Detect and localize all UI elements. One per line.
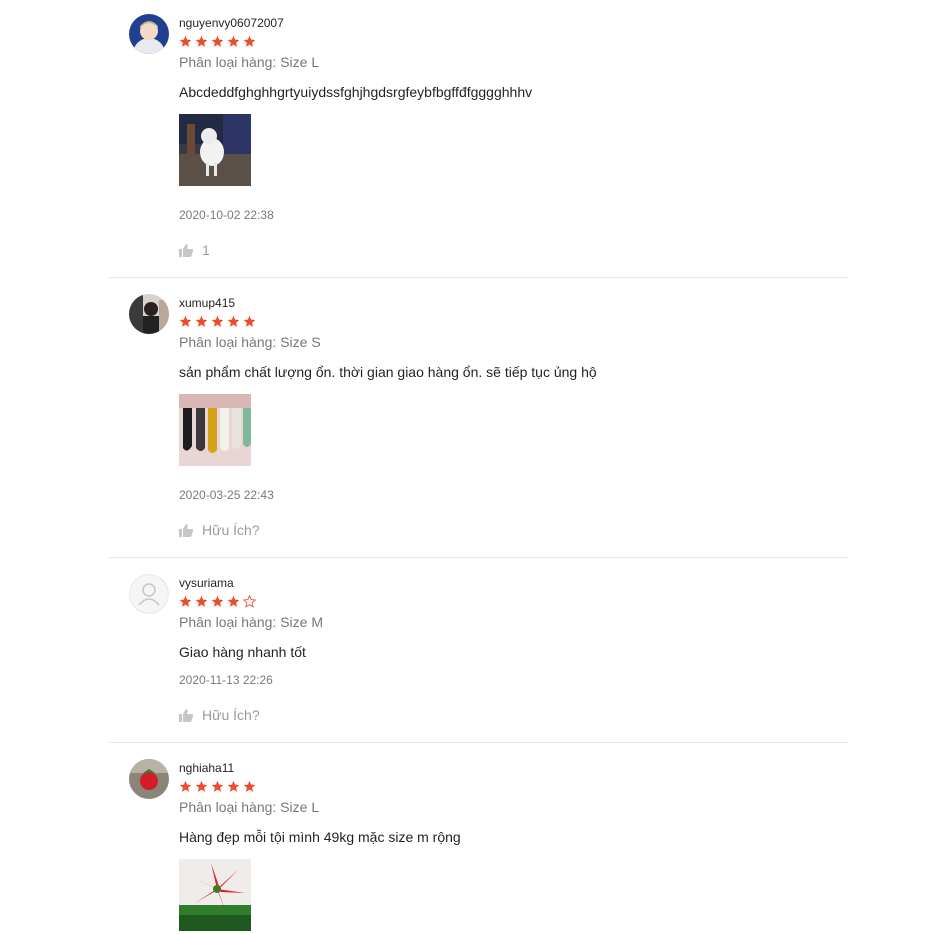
star-filled-icon xyxy=(179,35,192,48)
star-filled-icon xyxy=(179,595,192,608)
author-name[interactable]: nghiaha11 xyxy=(179,761,234,775)
review-timestamp: 2020-11-13 22:26 xyxy=(179,673,273,687)
star-empty-icon xyxy=(243,595,256,608)
review-text: sản phẩm chất lượng ổn. thời gian giao h… xyxy=(179,364,597,380)
divider xyxy=(109,277,848,278)
review-timestamp: 2020-10-02 22:38 xyxy=(179,208,274,222)
avatar[interactable] xyxy=(129,294,169,334)
review-text: Giao hàng nhanh tốt xyxy=(179,644,306,660)
review-text: Hàng đẹp mỗi tội mình 49kg mặc size m rộ… xyxy=(179,829,461,845)
divider xyxy=(109,557,848,558)
star-filled-icon xyxy=(243,35,256,48)
star-filled-icon xyxy=(243,780,256,793)
like-button[interactable]: 1 xyxy=(179,242,210,258)
like-count: 1 xyxy=(202,242,210,258)
star-filled-icon xyxy=(227,35,240,48)
review-photo-socks[interactable] xyxy=(179,394,251,466)
rating-stars xyxy=(179,35,256,48)
star-filled-icon xyxy=(243,315,256,328)
star-filled-icon xyxy=(179,780,192,793)
helpful-button[interactable]: Hữu Ích? xyxy=(179,522,260,538)
variation-label: Phân loại hàng: Size M xyxy=(179,614,323,630)
star-filled-icon xyxy=(211,595,224,608)
star-filled-icon xyxy=(195,780,208,793)
star-filled-icon xyxy=(179,315,192,328)
review-text: Abcdeddfghghhgrtyuiydssfghjhgdsrgfeybfbg… xyxy=(179,84,533,100)
review-item: nguyenvy06072007 Phân loại hàng: Size L … xyxy=(109,0,848,278)
review-item: xumup415 Phân loại hàng: Size S sản phẩm… xyxy=(109,280,848,558)
avatar[interactable] xyxy=(129,14,169,54)
variation-label: Phân loại hàng: Size L xyxy=(179,799,320,815)
avatar[interactable] xyxy=(129,574,169,614)
author-name[interactable]: nguyenvy06072007 xyxy=(179,16,284,30)
review-timestamp: 2020-03-25 22:43 xyxy=(179,488,274,502)
star-filled-icon xyxy=(195,315,208,328)
variation-label: Phân loại hàng: Size L xyxy=(179,54,320,70)
variation-label: Phân loại hàng: Size S xyxy=(179,334,321,350)
star-filled-icon xyxy=(211,780,224,793)
rating-stars xyxy=(179,595,256,608)
thumbs-up-icon xyxy=(179,523,193,537)
helpful-button[interactable]: Hữu Ích? xyxy=(179,707,260,723)
star-filled-icon xyxy=(195,595,208,608)
helpful-label: Hữu Ích? xyxy=(202,707,260,723)
review-photo-white-dog[interactable] xyxy=(179,114,251,186)
divider xyxy=(109,742,848,743)
thumbs-up-icon xyxy=(179,243,193,257)
star-filled-icon xyxy=(211,35,224,48)
avatar[interactable] xyxy=(129,759,169,799)
star-filled-icon xyxy=(227,315,240,328)
star-filled-icon xyxy=(227,780,240,793)
star-filled-icon xyxy=(195,35,208,48)
review-photo-red-flower[interactable] xyxy=(179,859,251,931)
thumbs-up-icon xyxy=(179,708,193,722)
review-item: nghiaha11 Phân loại hàng: Size L Hàng đẹ… xyxy=(109,745,848,934)
star-filled-icon xyxy=(211,315,224,328)
author-name[interactable]: xumup415 xyxy=(179,296,235,310)
helpful-label: Hữu Ích? xyxy=(202,522,260,538)
rating-stars xyxy=(179,315,256,328)
star-filled-icon xyxy=(227,595,240,608)
rating-stars xyxy=(179,780,256,793)
review-item: vysuriama Phân loại hàng: Size M Giao hà… xyxy=(109,560,848,743)
author-name[interactable]: vysuriama xyxy=(179,576,234,590)
